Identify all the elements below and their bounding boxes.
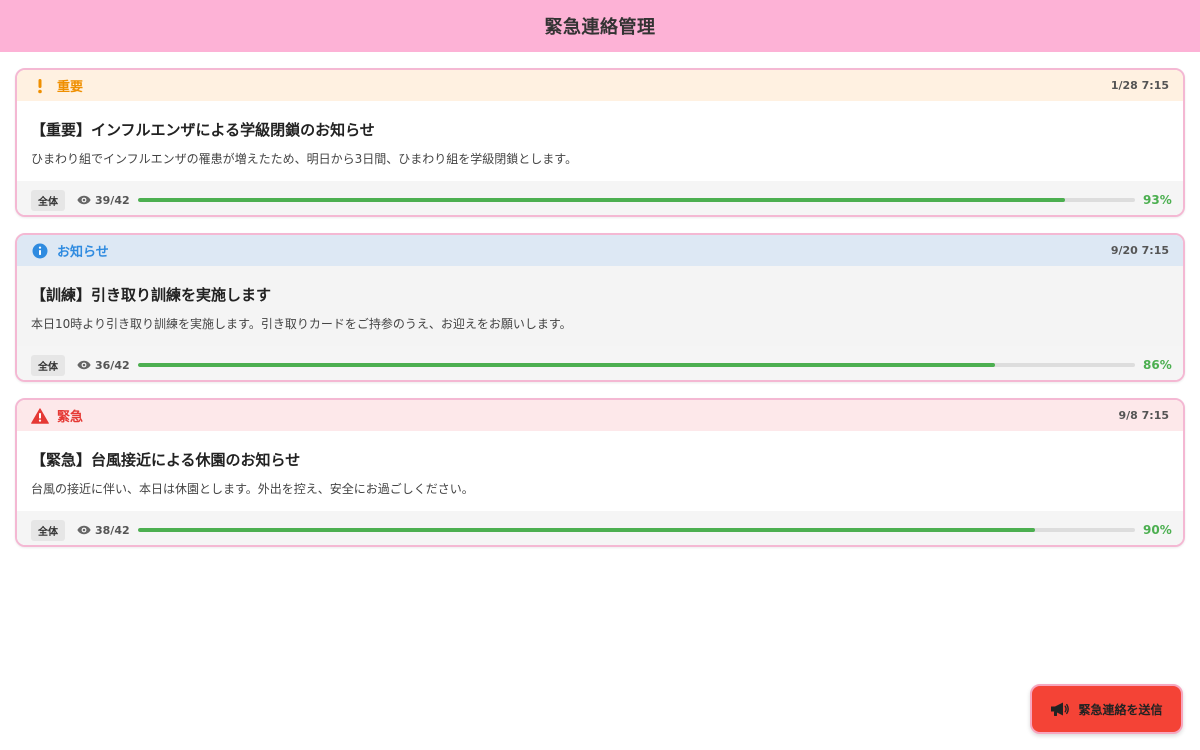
notice-content: 【重要】インフルエンザによる学級閉鎖のお知らせ ひまわり組でインフルエンザの罹患… bbox=[17, 101, 1183, 181]
notice-footer: 全体 38/42 90% bbox=[17, 511, 1183, 545]
read-progress-bar bbox=[137, 528, 1135, 532]
read-count: 36/42 bbox=[95, 358, 130, 372]
notice-level-label: 緊急 bbox=[57, 410, 84, 425]
notice-card[interactable]: お知らせ 9/20 7:15 【訓練】引き取り訓練を実施します 本日10時より引… bbox=[15, 233, 1185, 382]
read-progress-bar bbox=[137, 363, 1135, 367]
send-emergency-label: 緊急連絡を送信 bbox=[1078, 702, 1163, 717]
read-percent: 93% bbox=[1143, 193, 1172, 207]
exclamation-icon bbox=[31, 77, 49, 95]
read-progress-fill bbox=[137, 528, 1036, 532]
notice-content: 【緊急】台風接近による休園のお知らせ 台風の接近に伴い、本日は休園とします。外出… bbox=[17, 431, 1183, 511]
read-percent: 90% bbox=[1143, 523, 1172, 537]
read-count: 39/42 bbox=[95, 193, 130, 207]
notice-timestamp: 1/28 7:15 bbox=[1110, 79, 1169, 92]
notice-content: 【訓練】引き取り訓練を実施します 本日10時より引き取り訓練を実施します。引き取… bbox=[17, 266, 1183, 346]
audience-badge: 全体 bbox=[31, 354, 65, 376]
notice-timestamp: 9/8 7:15 bbox=[1118, 409, 1169, 422]
notice-title: 【緊急】台風接近による休園のお知らせ bbox=[31, 451, 301, 469]
notice-card[interactable]: 緊急 9/8 7:15 【緊急】台風接近による休園のお知らせ 台風の接近に伴い、… bbox=[15, 398, 1185, 547]
notice-header: 重要 1/28 7:15 bbox=[17, 70, 1183, 101]
megaphone-icon bbox=[1050, 701, 1070, 717]
notice-level-label: お知らせ bbox=[57, 245, 109, 260]
notice-card[interactable]: 重要 1/28 7:15 【重要】インフルエンザによる学級閉鎖のお知らせ ひまわ… bbox=[15, 68, 1185, 217]
read-progress-fill bbox=[137, 363, 996, 367]
notice-body: 台風の接近に伴い、本日は休園とします。外出を控え、安全にお過ごしください。 bbox=[31, 482, 474, 496]
notice-footer: 全体 39/42 93% bbox=[17, 181, 1183, 215]
read-percent: 86% bbox=[1143, 358, 1172, 372]
eye-icon bbox=[77, 525, 91, 535]
send-emergency-button[interactable]: 緊急連絡を送信 bbox=[1030, 684, 1183, 734]
audience-badge: 全体 bbox=[31, 189, 65, 211]
notice-footer: 全体 36/42 86% bbox=[17, 346, 1183, 380]
read-progress-bar bbox=[137, 198, 1135, 202]
page-title: 緊急連絡管理 bbox=[544, 17, 656, 38]
read-progress-fill bbox=[137, 198, 1066, 202]
notice-level-label: 重要 bbox=[57, 80, 84, 95]
notice-title: 【重要】インフルエンザによる学級閉鎖のお知らせ bbox=[31, 121, 375, 139]
eye-icon bbox=[77, 360, 91, 370]
notice-list: 重要 1/28 7:15 【重要】インフルエンザによる学級閉鎖のお知らせ ひまわ… bbox=[15, 68, 1185, 563]
warning-triangle-icon bbox=[31, 407, 49, 425]
eye-icon bbox=[77, 195, 91, 205]
notice-header: お知らせ 9/20 7:15 bbox=[17, 235, 1183, 266]
notice-timestamp: 9/20 7:15 bbox=[1110, 244, 1169, 257]
notice-title: 【訓練】引き取り訓練を実施します bbox=[31, 286, 272, 304]
info-icon bbox=[31, 242, 49, 260]
notice-body: 本日10時より引き取り訓練を実施します。引き取りカードをご持参のうえ、お迎えをお… bbox=[31, 317, 572, 331]
app-header: 緊急連絡管理 bbox=[0, 0, 1200, 52]
notice-header: 緊急 9/8 7:15 bbox=[17, 400, 1183, 431]
audience-badge: 全体 bbox=[31, 519, 65, 541]
read-count: 38/42 bbox=[95, 523, 130, 537]
notice-body: ひまわり組でインフルエンザの罹患が増えたため、明日から3日間、ひまわり組を学級閉… bbox=[31, 152, 578, 166]
